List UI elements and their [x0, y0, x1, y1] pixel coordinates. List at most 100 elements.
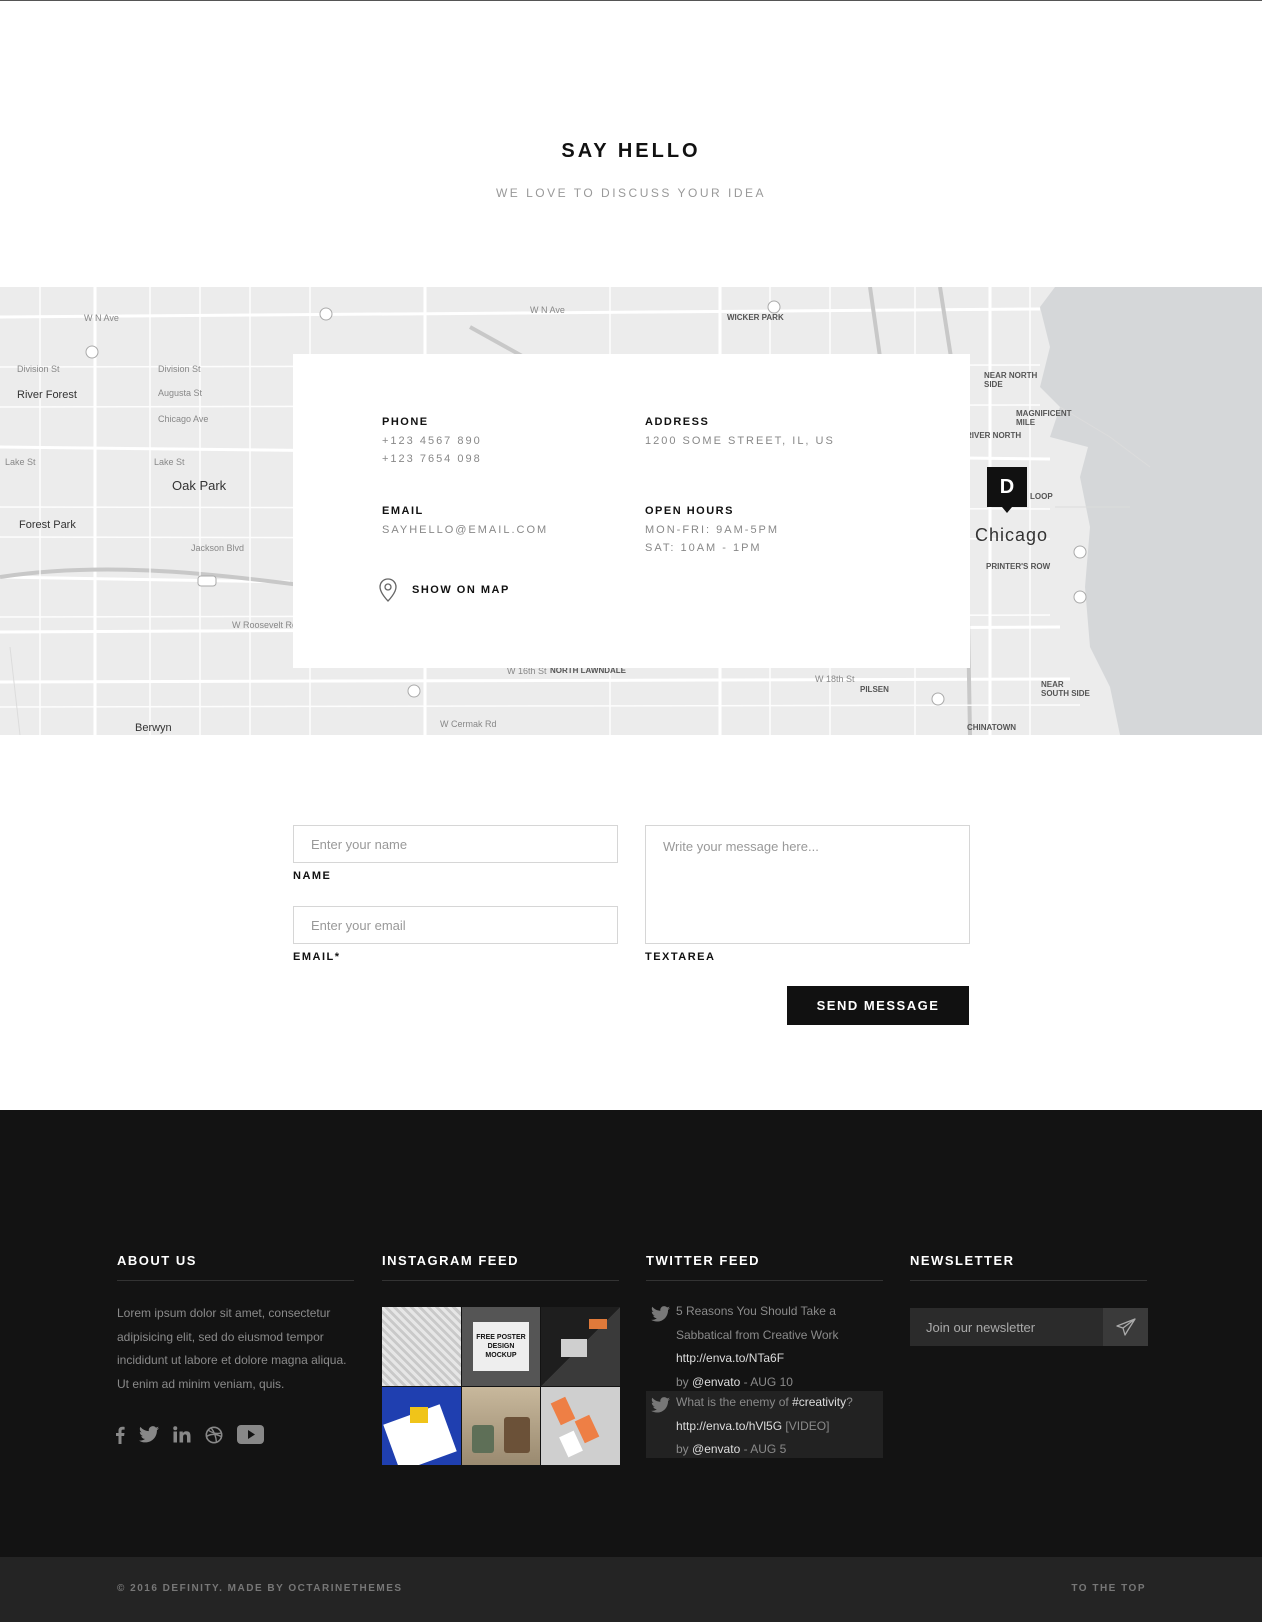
instagram-tile[interactable] [382, 1307, 461, 1386]
newsletter-divider [910, 1280, 1147, 1281]
about-title: ABOUT US [117, 1253, 197, 1268]
social-links [115, 1425, 264, 1444]
map-label-near-south-side: NEAR SOUTH SIDE [1041, 680, 1090, 698]
twitter-title: TWITTER FEED [646, 1253, 761, 1268]
instagram-tile[interactable] [382, 1386, 461, 1465]
hours-label: OPEN HOURS [645, 505, 734, 517]
top-border [0, 0, 1262, 1]
instagram-tile[interactable] [541, 1307, 620, 1386]
tweet-by: by [676, 1442, 689, 1456]
name-label: NAME [293, 870, 332, 882]
hours-value-2: SAT: 10AM - 1PM [645, 542, 762, 554]
map-label-roosevelt-rd: W Roosevelt Rd [232, 620, 298, 630]
map-label-jackson-blvd: Jackson Blvd [191, 543, 245, 553]
phone-block: PHONE +123 4567 890 +123 7654 098 [382, 416, 482, 468]
twitter-bird-icon [651, 1306, 670, 1322]
phone-value-2: +123 7654 098 [382, 453, 482, 465]
map-label-division-st-2: Division St [158, 364, 201, 374]
email-field-label: EMAIL* [293, 951, 341, 963]
map-label-chicago-ave: Chicago Ave [158, 414, 209, 424]
map-pin-icon [379, 578, 397, 602]
tweet-text: What is the enemy of [676, 1395, 789, 1409]
map-label-near-north-side: NEAR NORTH SIDE [984, 371, 1038, 389]
email-label: EMAIL [382, 505, 424, 517]
map-label-augusta-st: Augusta St [158, 388, 203, 398]
map-label-river-north: RIVER NORTH [966, 431, 1022, 440]
email-value[interactable]: SAYHELLO@EMAIL.COM [382, 521, 548, 539]
newsletter-submit-button[interactable] [1103, 1308, 1148, 1346]
address-block: ADDRESS 1200 SOME STREET, IL, US [645, 416, 835, 450]
tweet-handle[interactable]: @envato [692, 1442, 740, 1456]
tweet-date: - AUG 10 [743, 1374, 793, 1389]
linkedin-icon[interactable] [173, 1426, 191, 1443]
page-title: SAY HELLO [561, 140, 701, 162]
map-label-w-north-ave: W N Ave [84, 313, 119, 323]
message-label: TEXTAREA [645, 951, 716, 963]
tweet-item: What is the enemy of #creativity? http:/… [646, 1391, 883, 1458]
hours-value-1: MON-FRI: 9AM-5PM [645, 524, 780, 536]
instagram-divider [382, 1280, 619, 1281]
send-message-button[interactable]: SEND MESSAGE [787, 986, 969, 1025]
dribbble-icon[interactable] [205, 1426, 223, 1444]
tweet-handle[interactable]: @envato [692, 1375, 740, 1389]
page-subtitle: WE LOVE TO DISCUSS YOUR IDEA [495, 186, 767, 200]
map-label-cermak-rd: W Cermak Rd [440, 719, 497, 729]
paper-plane-icon [1115, 1318, 1136, 1336]
map-label-loop: LOOP [1030, 492, 1053, 501]
map-label-lake-st-2: Lake St [5, 457, 36, 467]
instagram-tile[interactable] [461, 1386, 541, 1465]
youtube-icon[interactable] [237, 1425, 264, 1444]
copyright-text: © 2016 DEFINITY. MADE BY OCTARINETHEMES [117, 1583, 403, 1594]
hours-block: OPEN HOURS MON-FRI: 9AM-5PM SAT: 10AM - … [645, 505, 779, 557]
name-input[interactable] [293, 825, 618, 863]
map-label-berwyn: Berwyn [135, 722, 172, 734]
map-label-oak-park: Oak Park [172, 478, 227, 493]
map-label-wicker-park: WICKER PARK [727, 313, 784, 322]
tweet-link[interactable]: http://enva.to/hVl5G [676, 1419, 782, 1433]
facebook-icon[interactable] [115, 1426, 125, 1444]
map-label-chicago: Chicago [975, 525, 1049, 545]
map-label-w-18th-st: W 18th St [815, 674, 855, 684]
map-label-forest-park: Forest Park [19, 519, 76, 531]
instagram-grid: FREE POSTER DESIGN MOCKUP [382, 1307, 620, 1465]
email-block: EMAIL SAYHELLO@EMAIL.COM [382, 505, 548, 539]
poster-mockup-caption: FREE POSTER DESIGN MOCKUP [473, 1321, 529, 1371]
show-on-map-link[interactable]: SHOW ON MAP [378, 578, 510, 602]
show-on-map-label: SHOW ON MAP [412, 584, 510, 596]
map-label-chinatown: CHINATOWN [967, 723, 1017, 732]
map-label-w-north-ave-2: W N Ave [530, 305, 565, 315]
map-label-lake-st: Lake St [154, 457, 185, 467]
about-divider [117, 1280, 354, 1281]
twitter-divider [646, 1280, 883, 1281]
map-label-printers-row: PRINTER'S ROW [986, 562, 1051, 571]
address-label: ADDRESS [645, 416, 710, 428]
tweet-item: 5 Reasons You Should Take a Sabbatical f… [646, 1300, 883, 1394]
about-text: Lorem ipsum dolor sit amet, consectetur … [117, 1306, 347, 1391]
email-input[interactable] [293, 906, 618, 944]
map-label-pilsen: PILSEN [860, 685, 889, 694]
instagram-tile[interactable]: FREE POSTER DESIGN MOCKUP [461, 1307, 541, 1386]
twitter-icon[interactable] [139, 1426, 159, 1443]
newsletter-input[interactable] [910, 1308, 1103, 1346]
to-top-link[interactable]: TO THE TOP [1071, 1583, 1146, 1594]
map-label-division-st: Division St [17, 364, 60, 374]
tweet-tag: [VIDEO] [785, 1418, 830, 1433]
tweet-suffix: ? [846, 1395, 853, 1409]
tweet-link[interactable]: http://enva.to/NTa6F [676, 1351, 784, 1365]
instagram-title: INSTAGRAM FEED [382, 1253, 520, 1268]
tweet-date: - AUG 5 [743, 1442, 787, 1456]
instagram-tile[interactable] [541, 1386, 620, 1465]
map-label-river-forest: River Forest [17, 389, 77, 401]
newsletter-title: NEWSLETTER [910, 1253, 1015, 1268]
tweet-text: 5 Reasons You Should Take a Sabbatical f… [676, 1304, 839, 1342]
address-value: 1200 SOME STREET, IL, US [645, 435, 835, 447]
twitter-bird-icon [651, 1397, 670, 1413]
map-marker[interactable]: D [987, 467, 1027, 513]
map-label-magnificent-mile: MAGNIFICENT MILE [1016, 409, 1072, 427]
phone-value-1: +123 4567 890 [382, 435, 482, 447]
newsletter-form [910, 1308, 1148, 1346]
phone-label: PHONE [382, 416, 429, 428]
tweet-hashtag[interactable]: #creativity [792, 1395, 846, 1409]
message-textarea[interactable] [645, 825, 970, 944]
tweet-by: by [676, 1374, 689, 1389]
